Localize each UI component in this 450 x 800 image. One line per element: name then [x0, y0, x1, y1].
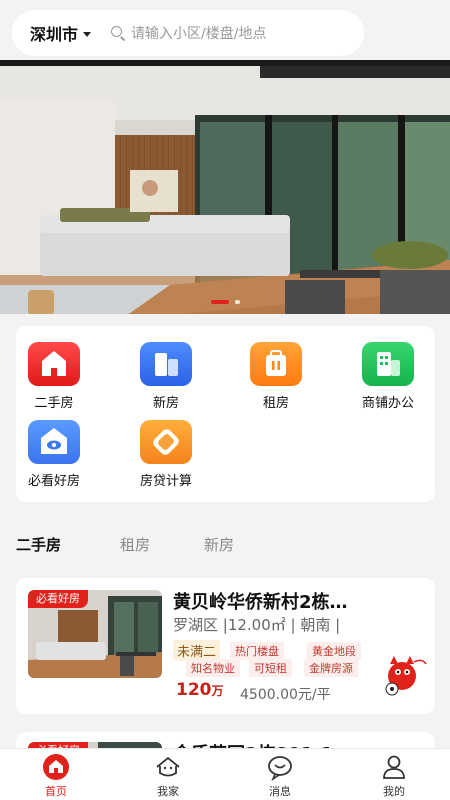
tabbar-profile[interactable]: 我的: [359, 753, 429, 799]
listing-title: 黄贝岭华侨新村2栋…: [173, 592, 348, 613]
listing-tag: 热门楼盘: [230, 642, 284, 660]
listing-tag: 未满二: [173, 640, 221, 661]
listing-tag: 金牌房源: [304, 659, 358, 677]
profile-icon: [379, 753, 409, 781]
quick-links-panel: 二手房 新房 租房 商铺办公 必看好房 房贷计算: [16, 326, 435, 502]
quick-link-label: 房贷计算: [139, 474, 192, 489]
listing-meta: 罗湖区 |12.00㎡ | 朝南 |: [173, 616, 341, 634]
home-icon: [41, 753, 71, 781]
tabbar-messages[interactable]: 消息: [245, 753, 315, 799]
tabbar-home[interactable]: 首页: [21, 753, 91, 799]
city-selector[interactable]: 深圳市: [30, 21, 78, 45]
listing-tag: 黄金地段: [307, 642, 361, 660]
tabbar-label: 我家: [157, 785, 179, 798]
quick-link-label: 租房: [262, 396, 289, 411]
quick-link-rent[interactable]: 租房: [226, 342, 326, 411]
price-unit: 万: [211, 684, 224, 698]
carousel-dot-active[interactable]: [210, 300, 229, 304]
tab-second-hand[interactable]: 二手房: [16, 534, 61, 555]
quick-link-label: 商铺办公: [361, 396, 414, 411]
listing-tag: 可短租: [249, 659, 292, 677]
unit-price: 4500.00元/平: [240, 687, 331, 703]
mascot-icon: [385, 656, 427, 696]
tabbar-label: 消息: [269, 785, 291, 798]
price-value: 120: [176, 680, 212, 700]
tab-rent[interactable]: 租房: [120, 534, 150, 555]
carousel-indicator: [0, 300, 450, 304]
bottom-tab-bar: 首页 我家 消息 我的: [0, 748, 450, 800]
quick-link-mortgage[interactable]: 房贷计算: [116, 420, 216, 489]
house-icon: [28, 342, 80, 386]
banner-image: [0, 60, 450, 314]
carousel-dot[interactable]: [234, 300, 240, 304]
quick-link-label: 必看好房: [27, 474, 80, 489]
key-icon: [250, 342, 302, 386]
quick-link-label: 新房: [152, 396, 179, 411]
listing-card[interactable]: 必看好房 黄贝岭华侨新村2栋… 罗湖区 |12.00㎡ | 朝南 | 未满二 热…: [16, 578, 435, 714]
featured-badge: 必看好房: [28, 590, 88, 608]
quick-link-office[interactable]: 商铺办公: [338, 342, 438, 411]
my-home-icon: [153, 753, 183, 781]
chevron-down-icon[interactable]: [83, 31, 92, 37]
tabbar-my-home[interactable]: 我家: [133, 753, 203, 799]
quick-link-second-hand[interactable]: 二手房: [4, 342, 104, 411]
message-icon: [265, 753, 295, 782]
tab-new-house[interactable]: 新房: [204, 534, 234, 555]
listing-price: 120万: [176, 680, 224, 700]
tabbar-label: 首页: [45, 785, 67, 798]
quick-link-new-house[interactable]: 新房: [116, 342, 216, 411]
listing-thumbnail: 必看好房: [28, 590, 162, 678]
quick-link-label: 二手房: [34, 396, 74, 411]
listing-tag: 知名物业: [186, 659, 240, 677]
search-icon: [109, 24, 127, 42]
tabbar-label: 我的: [383, 785, 405, 798]
search-input[interactable]: 请输入小区/楼盘/地点: [131, 23, 266, 43]
office-icon: [362, 342, 414, 386]
search-bar[interactable]: 深圳市 请输入小区/楼盘/地点: [12, 10, 364, 56]
banner-carousel[interactable]: [0, 60, 450, 314]
building-icon: [140, 342, 192, 386]
eye-house-icon: [28, 420, 80, 464]
quick-link-must-see[interactable]: 必看好房: [4, 420, 104, 489]
top-bar: 深圳市 请输入小区/楼盘/地点: [0, 0, 450, 62]
coin-icon: [140, 420, 192, 464]
